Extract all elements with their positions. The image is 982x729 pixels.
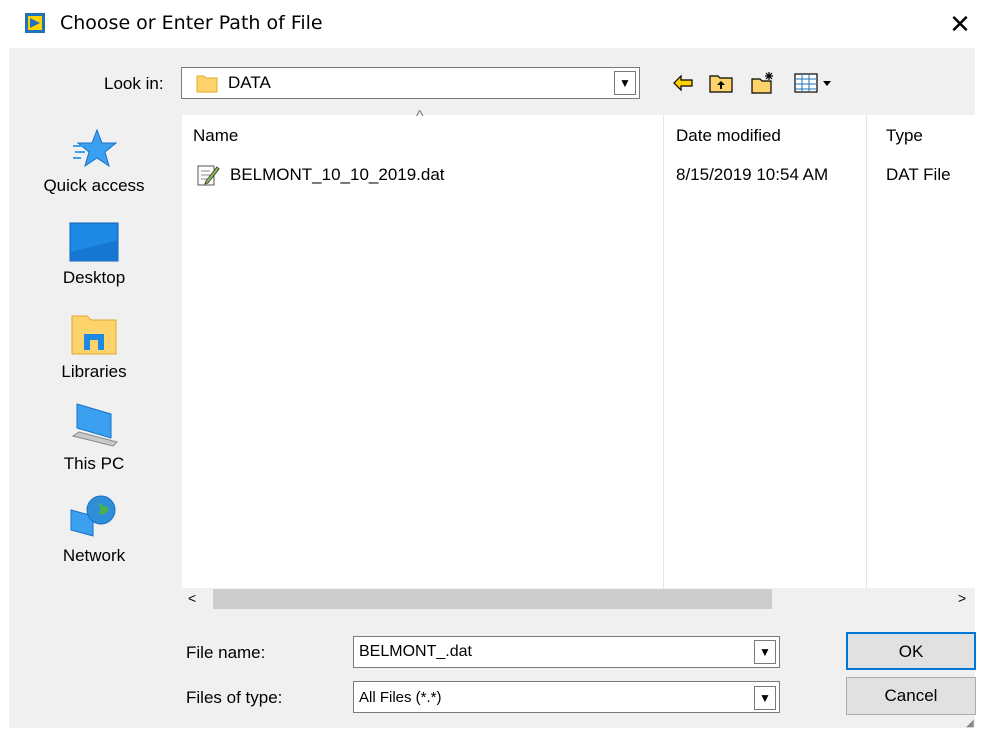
folder-icon <box>196 75 218 93</box>
look-in-value: DATA <box>228 73 271 92</box>
file-icon <box>197 165 220 186</box>
file-type-cell[interactable]: DAT File <box>886 165 951 185</box>
resize-grip-icon[interactable]: ◢ <box>966 718 974 729</box>
back-arrow-icon[interactable] <box>670 70 696 96</box>
ok-button[interactable]: OK <box>846 632 976 670</box>
up-folder-icon[interactable] <box>708 70 734 96</box>
new-folder-icon[interactable] <box>750 70 776 96</box>
column-header-date-modified[interactable]: Date modified <box>676 126 781 146</box>
close-button[interactable]: ✕ <box>940 4 980 44</box>
place-this-pc[interactable]: This PC <box>20 402 168 474</box>
column-divider[interactable] <box>866 115 867 588</box>
place-label: Libraries <box>61 362 127 381</box>
file-date-cell[interactable]: 8/15/2019 10:54 AM <box>676 165 828 185</box>
place-label: Desktop <box>62 268 126 287</box>
view-menu-icon[interactable] <box>793 70 837 96</box>
column-header-type[interactable]: Type <box>886 126 923 146</box>
libraries-icon <box>71 315 117 355</box>
scrollbar-thumb[interactable] <box>213 589 772 609</box>
scroll-left-icon[interactable]: < <box>188 590 196 606</box>
place-label: Network <box>62 546 126 565</box>
file-name-value[interactable]: BELMONT_.dat <box>359 643 472 661</box>
scroll-right-icon[interactable]: > <box>958 590 966 606</box>
sort-indicator-icon: ^ <box>416 108 424 125</box>
look-in-label: Look in: <box>104 74 164 93</box>
look-in-dropdown-button[interactable]: ▼ <box>614 71 636 95</box>
window-title: Choose or Enter Path of File <box>60 12 323 34</box>
file-type-label: Files of type: <box>186 688 283 707</box>
file-name-label: File name: <box>186 643 266 662</box>
column-header-name[interactable]: Name <box>193 126 238 146</box>
file-name-cell[interactable]: BELMONT_10_10_2019.dat <box>230 165 445 185</box>
place-quick-access[interactable]: Quick access <box>20 128 168 196</box>
desktop-icon <box>69 222 119 262</box>
file-type-value[interactable]: All Files (*.*) <box>359 689 442 706</box>
place-libraries[interactable]: Libraries <box>20 312 168 382</box>
file-type-dropdown-button[interactable]: ▼ <box>754 686 776 710</box>
app-icon <box>25 13 45 33</box>
place-label: This PC <box>63 454 125 473</box>
star-icon <box>73 128 117 168</box>
network-icon <box>70 495 116 537</box>
file-name-dropdown-button[interactable]: ▼ <box>754 640 776 664</box>
place-label: Quick access <box>43 176 145 195</box>
computer-icon <box>71 403 118 447</box>
place-desktop[interactable]: Desktop <box>20 222 168 288</box>
place-network[interactable]: Network <box>20 494 168 566</box>
cancel-button[interactable]: Cancel <box>846 677 976 715</box>
file-list[interactable] <box>182 115 975 588</box>
column-divider[interactable] <box>663 115 664 588</box>
